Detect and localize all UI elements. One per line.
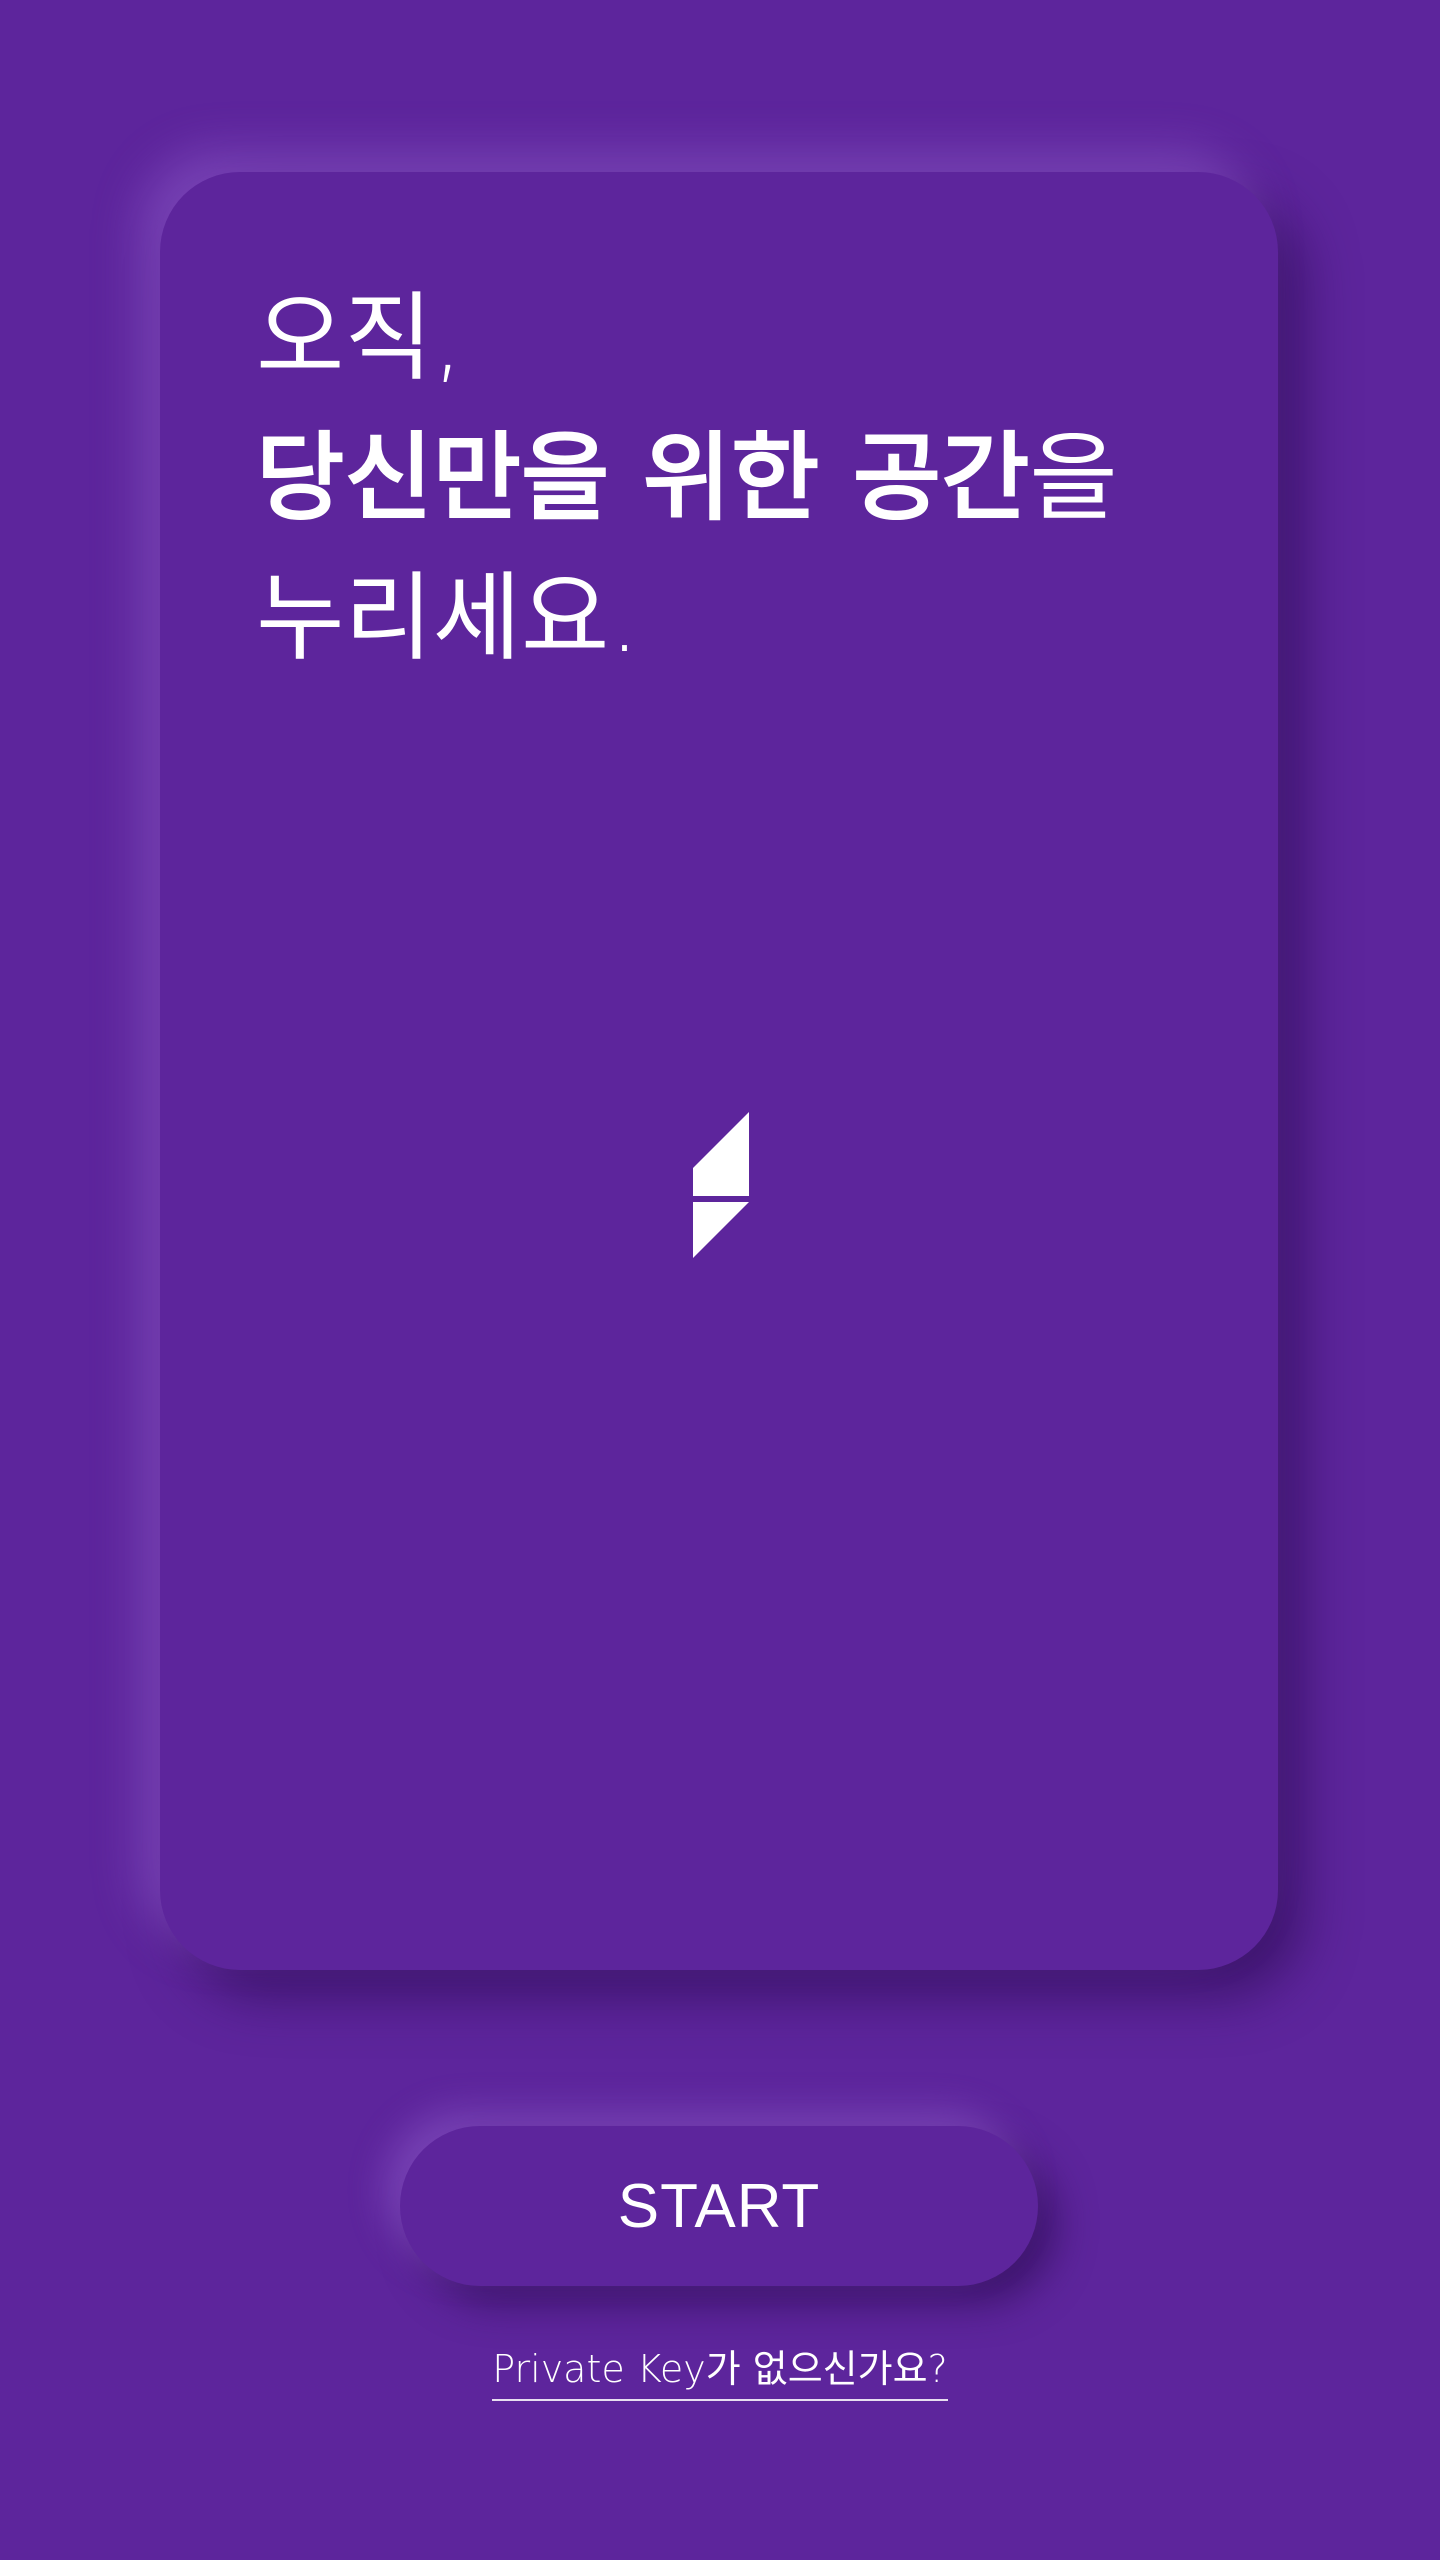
headline-line-1: 오직, (256, 282, 464, 394)
no-private-key-link-container: Private Key가 없으신가요? (0, 2338, 1440, 2401)
headline-emphasis: 당신만을 위한 공간 (256, 422, 1030, 534)
start-button[interactable]: START (400, 2126, 1038, 2286)
no-private-key-link[interactable]: Private Key가 없으신가요? (492, 2338, 948, 2401)
headline-line-3: 누리세요. (256, 562, 640, 674)
brand-logo-icon (693, 1112, 749, 1258)
welcome-card: 오직, 당신만을 위한 공간을 누리세요. (160, 172, 1278, 1970)
headline-particle: 을 (1029, 422, 1118, 534)
headline-line-2: 당신만을 위한 공간을 (256, 408, 1118, 548)
welcome-headline: 오직, 당신만을 위한 공간을 누리세요. (256, 268, 1118, 688)
